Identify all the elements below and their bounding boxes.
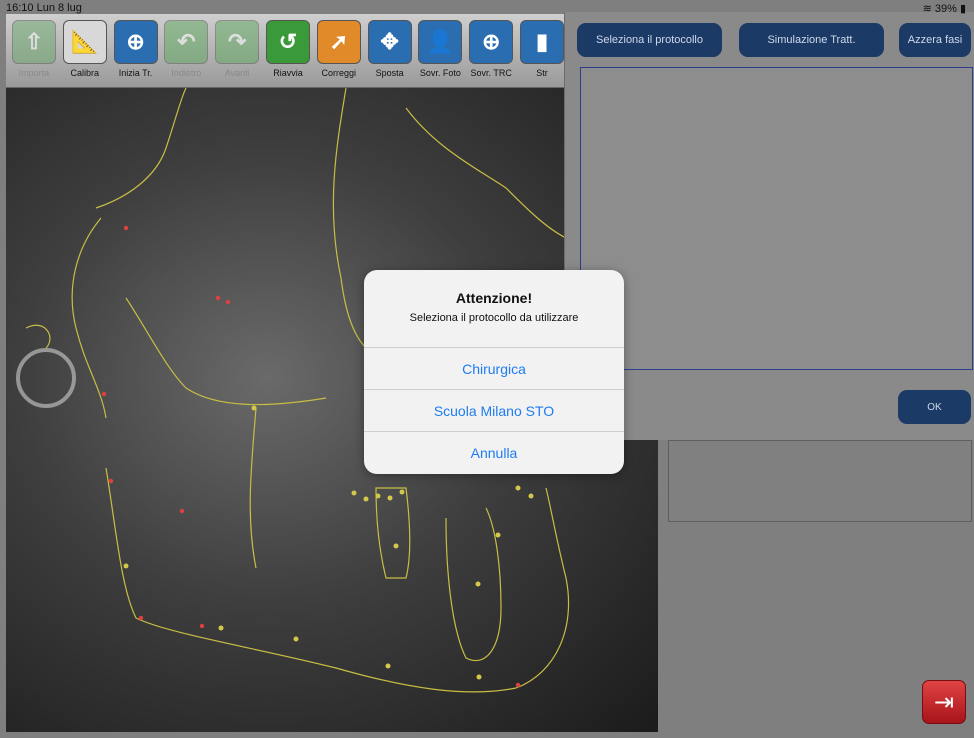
ruler-icon: 📐 <box>62 20 107 64</box>
option-chirurgica[interactable]: Chirurgica <box>364 347 624 389</box>
import-icon: ⇧ <box>11 20 56 64</box>
battery-level: 39% <box>934 3 957 15</box>
overlay-trc-icon: ⊕ <box>469 20 514 64</box>
alert-title: Attenzione! <box>455 290 533 306</box>
option-annulla[interactable]: Annulla <box>364 431 624 473</box>
start-trace-icon: ⊕ <box>113 20 158 64</box>
toolbar-button-8[interactable]: 👤 Sovr. Foto <box>417 14 465 87</box>
toolbar-label: Sovr. Foto <box>419 68 461 78</box>
alert-message: Seleziona il protocollo da utilizzare <box>409 312 579 324</box>
status-bar: 16:10 Lun 8 lug ≋ 39% ▮ <box>0 0 974 18</box>
status-time: 16:10 Lun 8 lug <box>6 2 82 14</box>
toolbar-label: Sposta <box>375 68 404 78</box>
undo-icon: ↶ <box>164 20 209 64</box>
ok-button[interactable]: OK <box>898 390 971 424</box>
restart-icon: ↺ <box>265 20 310 64</box>
toolbar-label: Avanti <box>224 68 250 78</box>
toolbar-button-3[interactable]: ↶ Indietro <box>162 14 210 87</box>
toolbar-button-1[interactable]: 📐 Calibra <box>61 14 109 87</box>
toolbar-label: Riavvia <box>273 68 303 78</box>
simulation-button[interactable]: Simulazione Tratt. <box>739 23 884 57</box>
toolbar-label: Str <box>536 68 548 78</box>
toolbar-button-4[interactable]: ↷ Avanti <box>213 14 261 87</box>
overlay-photo-icon: 👤 <box>418 20 463 64</box>
toolbar-label: Indietro <box>171 68 202 78</box>
toolbar-button-10[interactable]: ▮ Str <box>518 14 566 87</box>
main-toolbar: ⇧ Importa 📐 Calibra ⊕ Inizia Tr. ↶ Indietro ↷ Ava… <box>6 14 566 88</box>
toolbar-button-5[interactable]: ↺ Riavvia <box>264 14 312 87</box>
reset-phases-button[interactable]: Azzera fasi <box>899 23 971 57</box>
toolbar-button-6[interactable]: ➚ Correggi <box>315 14 363 87</box>
move-icon: ✥ <box>367 20 412 64</box>
toolbar-button-0[interactable]: ⇧ Importa <box>10 14 58 87</box>
toolbar-label: Correggi <box>321 68 357 78</box>
status-right: ≋ 39% ▮ <box>923 2 966 15</box>
wifi-icon: ≋ <box>922 3 935 15</box>
toolbar-label: Calibra <box>70 68 99 78</box>
notes-box[interactable] <box>668 440 972 522</box>
battery-icon: ▮ <box>956 3 966 15</box>
option-scuola-milano[interactable]: Scuola Milano STO <box>364 389 624 431</box>
toolbar-label: Importa <box>18 68 50 78</box>
protocol-text-area[interactable] <box>580 67 973 370</box>
toolbar-button-2[interactable]: ⊕ Inizia Tr. <box>112 14 160 87</box>
exit-icon: ⇥ <box>933 688 955 716</box>
correct-icon: ➚ <box>316 20 361 64</box>
select-protocol-button[interactable]: Seleziona il protocollo <box>577 23 722 57</box>
toolbar-button-9[interactable]: ⊕ Sovr. TRC <box>467 14 515 87</box>
toolbar-button-7[interactable]: ✥ Sposta <box>366 14 414 87</box>
tool-icon: ▮ <box>520 20 565 64</box>
protocol-panel: Seleziona il protocollo Simulazione Trat… <box>564 12 974 440</box>
alert-dialog: Attenzione! Seleziona il protocollo da u… <box>364 270 624 474</box>
toolbar-label: Sovr. TRC <box>470 68 512 78</box>
redo-icon: ↷ <box>215 20 260 64</box>
toolbar-label: Inizia Tr. <box>118 68 153 78</box>
exit-button[interactable]: ⇥ <box>922 680 966 724</box>
